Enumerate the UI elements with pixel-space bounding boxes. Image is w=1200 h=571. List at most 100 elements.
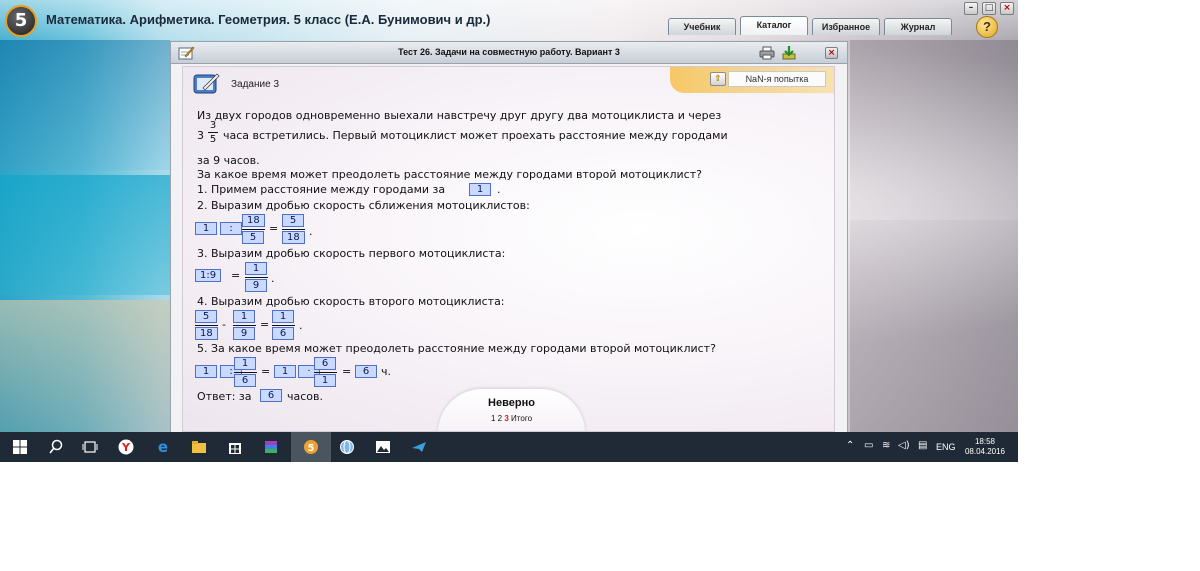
math-textbook-app-icon[interactable]: 5: [303, 439, 319, 455]
minimize-icon[interactable]: –: [964, 2, 978, 15]
answer-input[interactable]: 6: [260, 389, 282, 402]
step-3-input-a[interactable]: 1:9: [195, 269, 222, 282]
step-2-input-b-den[interactable]: 5: [242, 231, 264, 244]
task-content: Задание 3 ⇧ NaN-я попытка Из двух городо…: [182, 66, 835, 432]
clock[interactable]: 18:58 08.04.2016: [958, 437, 1012, 457]
step-5-input-d-den[interactable]: 1: [314, 374, 336, 387]
decor-panel: [0, 175, 170, 295]
file-explorer-icon[interactable]: [191, 439, 207, 455]
page-link-1[interactable]: 1: [491, 414, 495, 423]
step-2-input-r-den[interactable]: 18: [282, 231, 305, 244]
app-close-icon[interactable]: ×: [1000, 2, 1014, 15]
result-status: Неверно: [488, 397, 535, 409]
step-5-input-d-num[interactable]: 6: [314, 357, 336, 370]
app-title-bar: 5 Математика. Арифметика. Геометрия. 5 к…: [0, 0, 1018, 40]
page-link-total[interactable]: Итого: [511, 414, 532, 423]
start-windows-icon[interactable]: [12, 439, 28, 455]
grade-logo-icon: 5: [5, 5, 37, 37]
fraction-bar: [245, 277, 268, 278]
equals-sign: =: [342, 365, 352, 378]
test-header: Тест 26. Задачи на совместную работу. Ва…: [171, 42, 847, 64]
tab-favorites[interactable]: Избранное: [812, 18, 880, 35]
photos-icon[interactable]: [375, 439, 391, 455]
test-window: Тест 26. Задачи на совместную работу. Ва…: [170, 41, 848, 433]
step-2-input-a[interactable]: 1: [195, 222, 217, 235]
test-title: Тест 26. Задачи на совместную работу. Ва…: [398, 47, 620, 57]
answer-prefix: Ответ: за: [197, 390, 252, 403]
print-icon[interactable]: [759, 46, 775, 60]
step-5-input-result[interactable]: 6: [355, 365, 377, 378]
fraction-bar: [234, 372, 257, 373]
tab-catalog[interactable]: Каталог: [740, 16, 808, 35]
step-4-input-b-den[interactable]: 9: [233, 327, 255, 340]
page-navigator: 1 2 3 Итого: [438, 414, 585, 423]
problem-line-3: за 9 часов.: [197, 154, 260, 167]
decor-panel: [850, 220, 1018, 432]
decor-panel: [850, 40, 1018, 220]
tray-expand-icon[interactable]: ⌃: [846, 440, 854, 451]
maximize-icon[interactable]: □: [982, 2, 996, 15]
minus-sign: -: [222, 318, 226, 331]
mixed-whole: 3: [197, 129, 204, 142]
fraction-bar: [282, 229, 305, 230]
step-4-input-a-den[interactable]: 18: [195, 327, 218, 340]
wifi-icon[interactable]: ≋: [882, 440, 890, 451]
svg-text:e: e: [158, 439, 168, 455]
step-3-input-r-num[interactable]: 1: [245, 262, 267, 275]
step-5-unit: ч.: [381, 365, 391, 378]
equals-sign: =: [261, 365, 271, 378]
step-4-input-b-num[interactable]: 1: [233, 310, 255, 323]
equals-sign: =: [260, 318, 270, 331]
task-notebook-icon: [193, 73, 220, 94]
mixed-fraction: 3 5: [208, 120, 218, 145]
step-2-input-r-num[interactable]: 5: [282, 214, 304, 227]
problem-line-2: часа встретились. Первый мотоциклист мож…: [223, 129, 728, 142]
decor-panel: [0, 300, 170, 432]
language-indicator[interactable]: ENG: [936, 442, 956, 452]
yandex-browser-icon[interactable]: Y: [118, 439, 134, 455]
step-4-input-r-num[interactable]: 1: [272, 310, 294, 323]
clock-time: 18:58: [974, 437, 996, 446]
step-4-text: 4. Выразим дробью скорость второго мотоц…: [197, 295, 505, 308]
problem-question: За какое время может преодолеть расстоян…: [197, 168, 702, 181]
mixed-denominator: 5: [209, 134, 217, 145]
close-icon[interactable]: ×: [825, 47, 838, 59]
step-1-end: .: [497, 183, 501, 196]
task-view-icon[interactable]: [82, 439, 98, 455]
problem-line-1: Из двух городов одновременно выехали нав…: [197, 109, 722, 122]
telegram-send-icon[interactable]: [411, 439, 427, 455]
attempt-counter: NaN-я попытка: [728, 71, 826, 87]
step-3-text: 3. Выразим дробью скорость первого мотоц…: [197, 247, 506, 260]
step-5-input-b-den[interactable]: 6: [234, 374, 256, 387]
fraction-bar: [208, 132, 218, 133]
notification-icon[interactable]: ▤: [918, 440, 927, 451]
attempt-bar: ⇧ NaN-я попытка: [670, 67, 834, 93]
step-2-input-op[interactable]: :: [220, 222, 242, 235]
network-globe-icon[interactable]: [339, 439, 355, 455]
step-4-input-a-num[interactable]: 5: [195, 310, 217, 323]
volume-icon[interactable]: ◁): [898, 440, 910, 451]
step-1-input[interactable]: 1: [469, 183, 491, 196]
step-5-input-b-num[interactable]: 1: [234, 357, 256, 370]
step-5-input-a[interactable]: 1: [195, 365, 217, 378]
download-icon[interactable]: [781, 45, 797, 61]
step-5-input-c[interactable]: 1: [274, 365, 296, 378]
step-4-input-r-den[interactable]: 6: [272, 327, 294, 340]
winrar-icon[interactable]: [263, 439, 279, 455]
svg-text:Y: Y: [121, 441, 131, 454]
tab-textbook[interactable]: Учебник: [668, 18, 736, 35]
step-3-input-r-den[interactable]: 9: [245, 279, 267, 292]
step-2-input-b-num[interactable]: 18: [242, 214, 265, 227]
edge-browser-icon[interactable]: e: [155, 439, 171, 455]
search-icon[interactable]: [48, 439, 64, 455]
help-icon[interactable]: ?: [976, 16, 998, 38]
page-link-3[interactable]: 3: [504, 414, 508, 423]
up-arrow-icon[interactable]: ⇧: [710, 72, 726, 86]
page-link-2[interactable]: 2: [498, 414, 502, 423]
tab-journal[interactable]: Журнал: [884, 18, 952, 35]
svg-text:5: 5: [308, 443, 315, 454]
store-icon[interactable]: [227, 439, 243, 455]
app-title: Математика. Арифметика. Геометрия. 5 кла…: [46, 12, 491, 27]
battery-icon[interactable]: ▭: [864, 440, 873, 451]
fraction-bar: [195, 325, 218, 326]
